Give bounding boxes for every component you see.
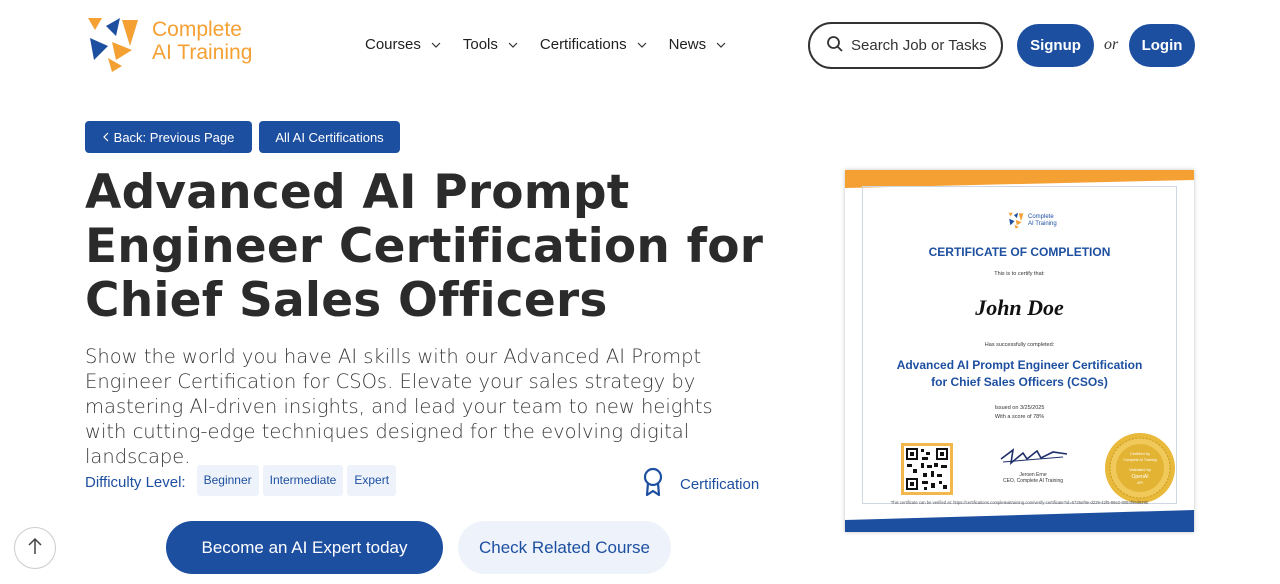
logo[interactable]: Complete AI Training [86,16,266,72]
certificate-bottom-band [845,510,1194,532]
logo-line-2: AI Training [152,41,253,64]
certificate-course-line-1: Advanced AI Prompt Engineer Certificatio… [896,358,1143,372]
seal-line-5: API [1137,481,1143,485]
arrow-up-icon [28,537,42,559]
certificate-logo: Complete AI Training [1008,212,1057,229]
page-title: Advanced AI Prompt Engineer Certificatio… [85,165,764,328]
chevron-left-icon [102,132,109,142]
certificate-recipient-name: John Doe [975,295,1064,320]
or-text: or [1104,36,1119,53]
page-description: Show the world you have AI skills with o… [85,345,713,468]
signature-block: Jeroen Erne CEO, Complete AI Training [997,445,1069,484]
certificate-issued-date: Issued on 3/25/2025 [994,405,1045,411]
certificate-course-title: Advanced AI Prompt Engineer Certificatio… [863,357,1176,391]
certificate-heading: CERTIFICATE OF COMPLETION [928,245,1111,259]
logo-mark-icon [88,18,138,72]
back-button[interactable]: Back: Previous Page [85,121,252,153]
gold-seal-icon: Certified by Complete AI Training Valida… [1105,433,1175,503]
certificate-logo-text: Complete AI Training [1028,214,1057,228]
nav-news[interactable]: News [669,35,727,55]
certificate-logo-line-1: Complete [1028,213,1054,220]
nav-certifications[interactable]: Certifications [540,35,647,55]
seal-line-1: Certified by [1130,451,1150,456]
difficulty-label: Difficulty Level: [85,473,186,491]
certificate-course-line-2: for Chief Sales Officers (CSOs) [931,375,1108,389]
certificate-completed-text: Has successfully completed: [984,342,1055,348]
qr-code-icon [901,443,953,495]
certification-label: Certification [680,475,760,493]
signature-icon [1000,448,1068,465]
chevron-down-icon [508,40,518,50]
certificate-score: With a score of 78% [994,414,1045,420]
search-input[interactable] [851,37,1001,54]
scroll-to-top-button[interactable] [14,527,56,569]
chevron-down-icon [716,40,726,50]
back-button-label: Back: Previous Page [113,129,235,145]
nav-courses[interactable]: Courses [365,35,441,55]
logo-text: Complete AI Training [152,18,252,64]
seal-line-3: Validated by [1129,467,1151,472]
certification-link[interactable]: Certification [642,467,759,501]
nav-certifications-label: Certifications [539,36,627,53]
certificate-logo-line-2: AI Training [1028,220,1057,227]
nav-tools[interactable]: Tools [463,35,518,55]
certificate-certify-text: This is to certify that: [994,271,1045,277]
signer-title: CEO, Complete AI Training [1002,478,1064,484]
logo-line-1: Complete [152,18,242,41]
nav-news-label: News [668,36,707,53]
become-expert-button[interactable]: Become an AI Expert today [166,521,443,574]
difficulty-tag-intermediate: Intermediate [262,465,344,496]
main-nav: Courses Tools Certifications News [365,35,748,55]
difficulty-tag-expert: Expert [347,465,397,496]
difficulty-tag-beginner: Beginner [196,465,259,496]
login-button[interactable]: Login [1129,24,1195,67]
nav-courses-label: Courses [365,36,421,53]
chevron-down-icon [431,40,441,50]
signup-button[interactable]: Signup [1017,24,1094,67]
certificate-preview: Complete AI Training CERTIFICATE OF COMP… [845,170,1194,532]
all-certifications-button[interactable]: All AI Certifications [259,121,400,153]
seal-line-4: OpenAI [1132,474,1149,480]
certificate-verify-text: This certificate can be verified at: htt… [890,500,1149,505]
nav-tools-label: Tools [462,36,498,53]
seal-line-2: Complete AI Training [1123,458,1156,462]
search-box[interactable] [808,22,1003,69]
check-related-course-button[interactable]: Check Related Course [458,521,671,574]
certificate-body: Complete AI Training CERTIFICATE OF COMP… [862,186,1177,504]
difficulty-level: Difficulty Level: Beginner Intermediate … [85,465,400,496]
award-ribbon-icon [642,467,664,501]
search-icon [826,35,844,57]
chevron-down-icon [637,40,647,50]
logo-mark-icon [1008,212,1024,229]
